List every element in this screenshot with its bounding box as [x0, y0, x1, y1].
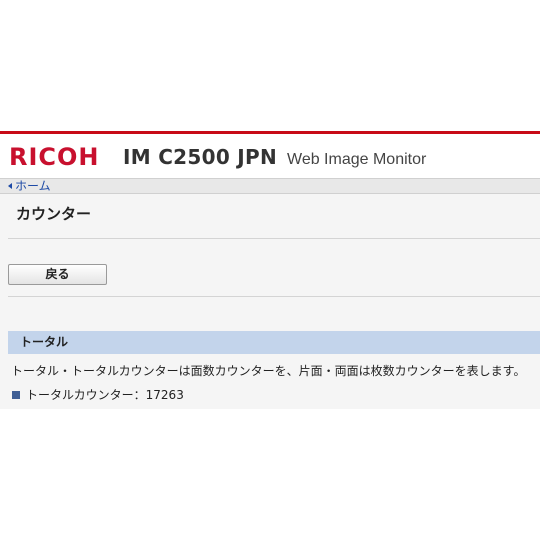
page-title: カウンター — [16, 205, 92, 223]
app-header: RICOH IM C2500 JPN Web Image Monitor — [0, 134, 540, 178]
main-content: ホーム カウンター 戻る トータル トータル・トータルカウンターは面数カウンター… — [0, 178, 540, 409]
divider — [8, 238, 540, 239]
total-counter-label: トータルカウンター： — [26, 388, 146, 402]
breadcrumb-home-link[interactable]: ホーム — [8, 179, 51, 194]
section-title: トータル — [20, 335, 69, 349]
total-counter-row: トータルカウンター：17263 — [12, 387, 184, 403]
breadcrumb-home-label: ホーム — [15, 179, 51, 193]
page: RICOH IM C2500 JPN Web Image Monitor ホーム… — [0, 0, 540, 540]
section-header-total: トータル — [8, 331, 540, 354]
breadcrumb: ホーム — [0, 178, 540, 194]
section-description: トータル・トータルカウンターは面数カウンターを、片面・両面は枚数カウンターを表し… — [11, 364, 526, 378]
product-name: Web Image Monitor — [287, 151, 427, 168]
device-model: IM C2500 JPN — [123, 145, 278, 169]
chevron-left-icon — [8, 183, 12, 189]
ricoh-logo: RICOH — [9, 143, 100, 171]
square-bullet-icon — [12, 391, 20, 399]
back-button[interactable]: 戻る — [8, 264, 107, 285]
total-counter-value: 17263 — [145, 388, 184, 402]
divider — [8, 296, 540, 297]
